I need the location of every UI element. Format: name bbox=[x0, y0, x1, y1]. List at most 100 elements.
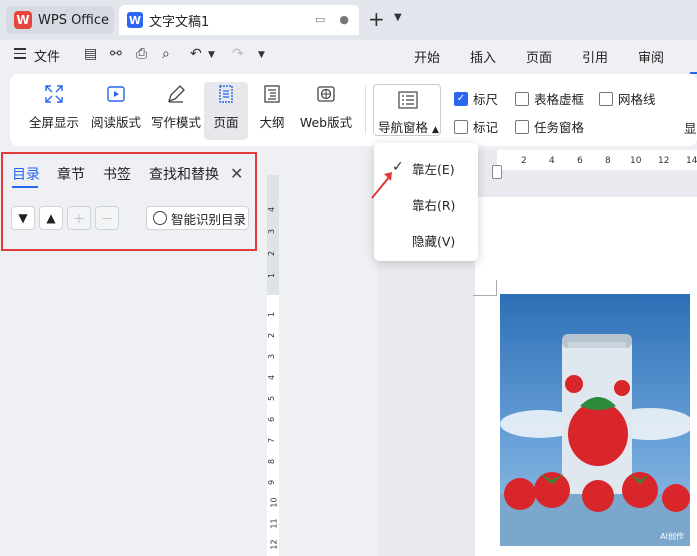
file-menu[interactable]: 文件 bbox=[34, 46, 60, 65]
menu-item-dock-left[interactable]: 靠左(E) bbox=[412, 159, 455, 178]
vruler-label: 10 bbox=[269, 497, 279, 508]
vruler-label: 1 bbox=[267, 311, 277, 318]
writing-mode-button[interactable]: 写作模式 bbox=[148, 82, 204, 140]
checkbox-icon bbox=[515, 119, 529, 134]
menu-item-dock-right[interactable]: 靠右(R) bbox=[412, 195, 455, 214]
highlight-box bbox=[1, 152, 257, 251]
vruler-label: 11 bbox=[269, 518, 279, 529]
hruler-label: 6 bbox=[577, 156, 583, 166]
checkbox-icon bbox=[454, 119, 468, 134]
window-restore-icon[interactable]: ▭ bbox=[315, 13, 325, 26]
page-margin-corner bbox=[473, 280, 497, 296]
vruler-label: 3 bbox=[267, 228, 277, 235]
vruler-label: 4 bbox=[267, 374, 277, 381]
undo-dropdown-icon[interactable]: ▼ bbox=[208, 50, 215, 60]
wps-logo-icon: W bbox=[14, 11, 32, 29]
hruler-label: 12 bbox=[658, 156, 670, 166]
menu-bar: 文件 ▤ ⚯ ⎙ ⌕ ↶ ▼ ↷ ▼ 开始 插入 页面 引用 审阅 bbox=[0, 40, 697, 74]
save-icon[interactable]: ▤ bbox=[84, 46, 97, 62]
new-tab-button[interactable]: + bbox=[368, 8, 385, 30]
image-watermark: AI创作 bbox=[660, 532, 684, 541]
vruler-label: 6 bbox=[267, 416, 277, 423]
vruler-label: 2 bbox=[267, 250, 277, 257]
reading-layout-label: 阅读版式 bbox=[90, 115, 141, 130]
outline-icon bbox=[260, 82, 284, 106]
hruler-label: 10 bbox=[630, 156, 642, 166]
view-ribbon: 全屏显示 阅读版式 写作模式 页面 大纲 Web版式 导航窗格 ▲ ✓ 标尺 表… bbox=[10, 74, 697, 146]
fullscreen-button[interactable]: 全屏显示 bbox=[26, 82, 82, 140]
print-icon[interactable]: ⎙ bbox=[136, 46, 147, 62]
task-pane-checkbox[interactable]: 任务窗格 bbox=[515, 117, 584, 136]
more-quick-actions-icon[interactable]: ▼ bbox=[258, 50, 265, 60]
hruler-label: 8 bbox=[605, 156, 611, 166]
vruler-label: 7 bbox=[267, 437, 277, 444]
vruler-label: 4 bbox=[267, 206, 277, 213]
wps-home-tab[interactable]: W WPS Office bbox=[6, 6, 114, 34]
ruler-label: 标尺 bbox=[473, 92, 499, 107]
vruler-label: 12 bbox=[269, 539, 279, 550]
markup-checkbox[interactable]: 标记 bbox=[454, 117, 498, 136]
checkbox-checked-icon: ✓ bbox=[454, 91, 468, 106]
table-gridline-label: 表格虚框 bbox=[534, 92, 585, 107]
redo-icon[interactable]: ↷ bbox=[232, 46, 244, 62]
ruler-checkbox[interactable]: ✓ 标尺 bbox=[454, 89, 498, 108]
red-arrow-annotation-icon bbox=[371, 172, 392, 199]
web-layout-button[interactable]: Web版式 bbox=[298, 82, 354, 140]
share-link-icon[interactable]: ⚯ bbox=[110, 46, 122, 62]
outline-label: 大纲 bbox=[259, 115, 285, 130]
hruler-label: 2 bbox=[521, 156, 527, 166]
tab-insert[interactable]: 插入 bbox=[470, 47, 496, 66]
vruler-label: 5 bbox=[267, 395, 277, 402]
document-tab[interactable]: W 文字文稿1 ▭ ● bbox=[119, 5, 359, 35]
writer-doc-icon: W bbox=[127, 12, 143, 28]
menu-item-hide[interactable]: 隐藏(V) bbox=[412, 231, 455, 250]
outline-button[interactable]: 大纲 bbox=[254, 82, 290, 140]
horizontal-ruler: 2 4 6 8 10 12 14 bbox=[497, 150, 697, 170]
title-bar: W WPS Office W 文字文稿1 ▭ ● + ▼ bbox=[0, 0, 697, 40]
ribbon-divider bbox=[365, 86, 366, 134]
page-view-button[interactable]: 页面 bbox=[204, 82, 248, 140]
navigation-pane-label: 导航窗格 ▲ bbox=[378, 120, 439, 135]
hruler-label: 4 bbox=[549, 156, 555, 166]
unsaved-dot-icon: ● bbox=[339, 13, 349, 26]
reading-layout-icon bbox=[104, 82, 128, 106]
strawberry-can-illustration bbox=[500, 334, 690, 546]
print-preview-icon[interactable]: ⌕ bbox=[162, 46, 170, 62]
tab-home[interactable]: 开始 bbox=[414, 47, 440, 66]
markup-label: 标记 bbox=[473, 120, 499, 135]
tab-reference[interactable]: 引用 bbox=[582, 47, 608, 66]
document-tab-title: 文字文稿1 bbox=[149, 14, 210, 30]
gridlines-label: 网格线 bbox=[618, 92, 656, 107]
navigation-pane-icon bbox=[398, 91, 418, 109]
checkbox-icon bbox=[515, 91, 529, 106]
web-layout-label: Web版式 bbox=[299, 115, 353, 130]
hamburger-menu-icon[interactable] bbox=[14, 48, 26, 60]
navigation-pane-button[interactable]: 导航窗格 ▲ bbox=[373, 84, 441, 136]
app-name: WPS Office bbox=[38, 12, 110, 28]
display-partial-label[interactable]: 显 bbox=[684, 118, 697, 137]
strawberry-can-image[interactable]: AI创作 bbox=[500, 294, 690, 546]
checkbox-icon bbox=[599, 91, 613, 106]
vruler-label: 3 bbox=[267, 353, 277, 360]
tab-page[interactable]: 页面 bbox=[526, 47, 552, 66]
new-tab-dropdown-icon[interactable]: ▼ bbox=[394, 12, 402, 23]
pen-icon bbox=[164, 82, 188, 106]
vruler-label: 8 bbox=[267, 458, 277, 465]
fullscreen-label: 全屏显示 bbox=[28, 115, 79, 130]
globe-icon bbox=[314, 82, 338, 106]
reading-layout-button[interactable]: 阅读版式 bbox=[88, 82, 144, 140]
indent-marker-icon[interactable] bbox=[492, 165, 502, 179]
page-view-label: 页面 bbox=[213, 115, 239, 130]
table-gridline-checkbox[interactable]: 表格虚框 bbox=[515, 89, 584, 108]
fullscreen-icon bbox=[42, 82, 66, 106]
tab-review[interactable]: 审阅 bbox=[638, 47, 664, 66]
hruler-label: 14 bbox=[686, 156, 697, 166]
writing-mode-label: 写作模式 bbox=[150, 115, 201, 130]
vruler-label: 9 bbox=[267, 479, 277, 486]
vruler-label: 2 bbox=[267, 332, 277, 339]
page-view-icon bbox=[214, 82, 238, 106]
task-pane-label: 任务窗格 bbox=[534, 120, 585, 135]
chevron-up-icon: ▲ bbox=[432, 125, 439, 135]
undo-icon[interactable]: ↶ bbox=[190, 46, 202, 62]
gridlines-checkbox[interactable]: 网格线 bbox=[599, 89, 656, 108]
